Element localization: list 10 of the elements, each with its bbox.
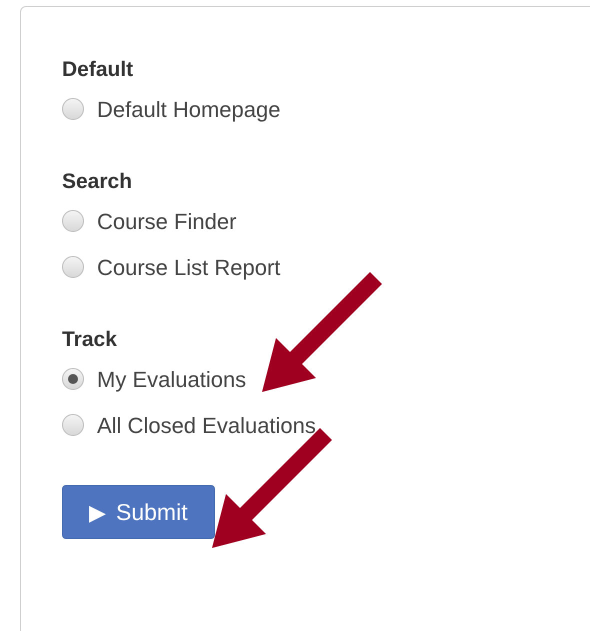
section-heading: Search — [62, 169, 134, 195]
radio-button[interactable] — [62, 210, 84, 232]
radio-button[interactable] — [62, 256, 84, 278]
section-heading: Track — [62, 327, 118, 353]
submit-button[interactable]: ▶ Submit — [62, 485, 215, 539]
radio-option[interactable]: Default Homepage — [62, 83, 590, 135]
radio-button[interactable] — [62, 414, 84, 436]
radio-button[interactable] — [62, 368, 84, 390]
radio-button[interactable] — [62, 98, 84, 120]
section-heading: Default — [62, 57, 134, 83]
